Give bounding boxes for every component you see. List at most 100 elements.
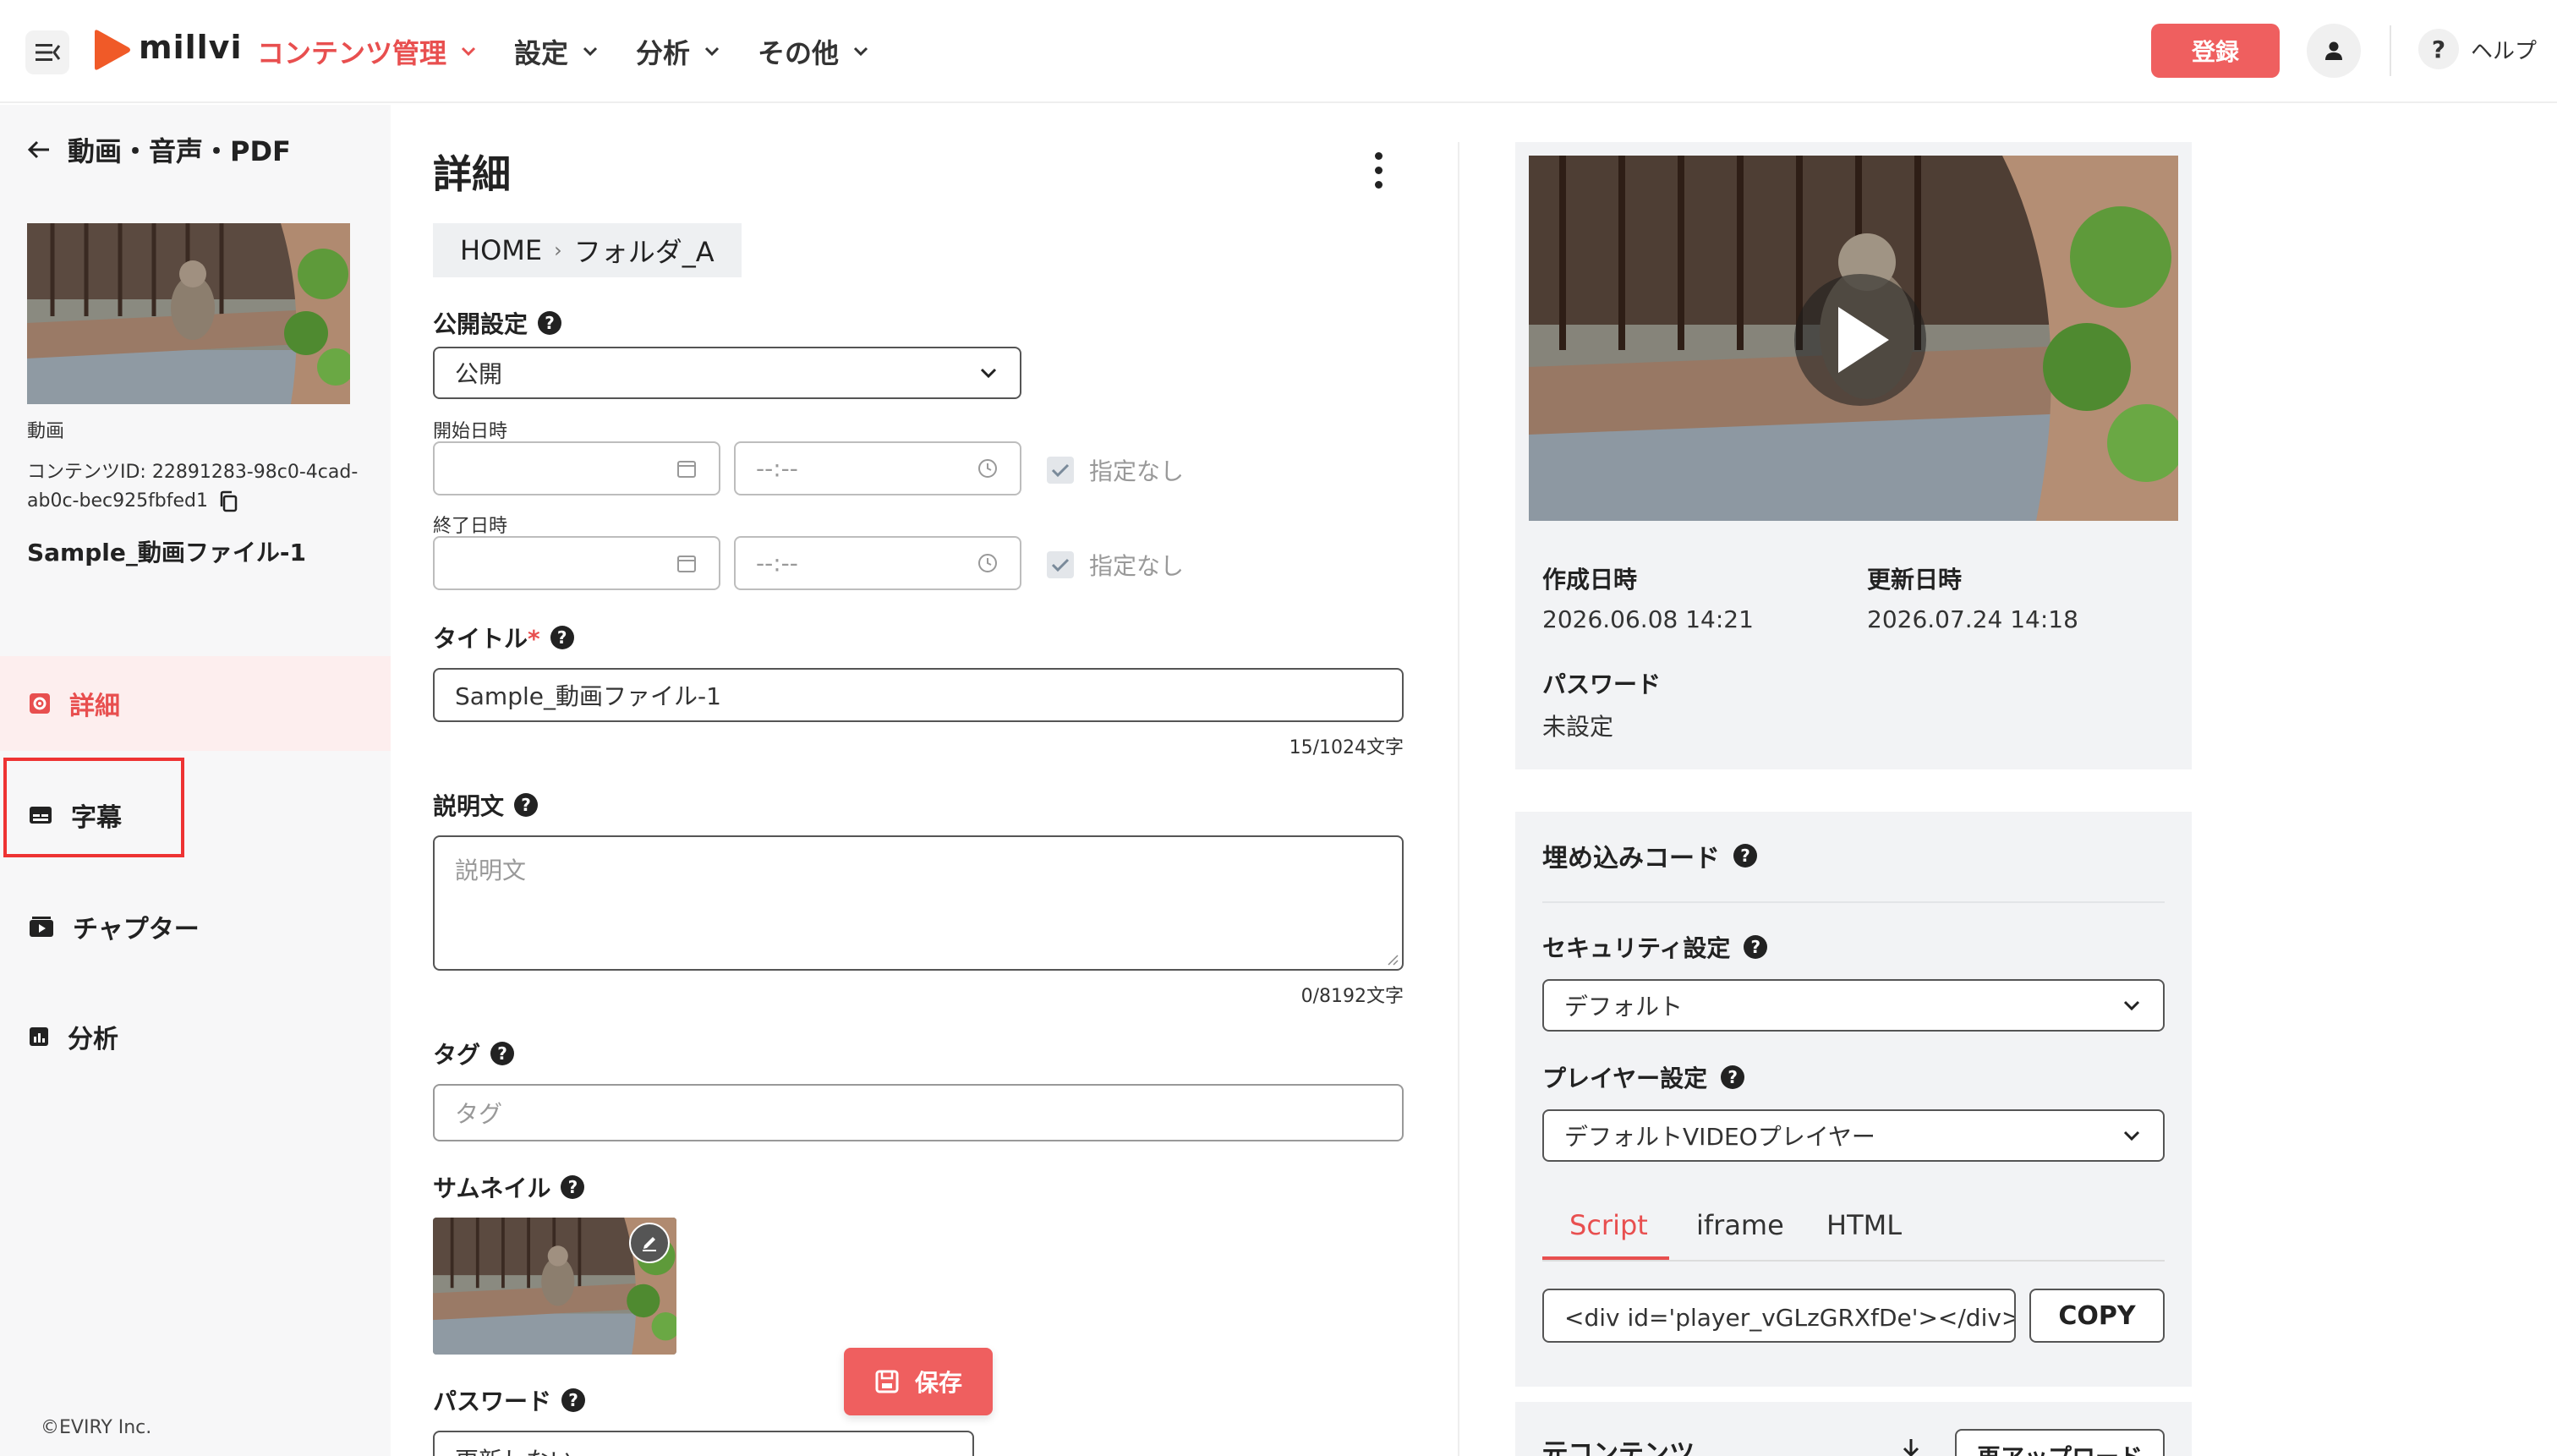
download-icon[interactable] — [1899, 1437, 1923, 1456]
nav-label: 分析 — [636, 37, 691, 69]
embed-code-text: <div id='player_vGLzGRXfDe'></div> < — [1564, 1304, 2016, 1332]
sidebar-item-chapters[interactable]: チャプター — [0, 879, 391, 974]
help-icon[interactable]: ? — [514, 793, 539, 817]
title-counter: 15/1024文字 — [1289, 737, 1404, 758]
play-logo-icon — [95, 30, 130, 70]
password-label-text: パスワード — [433, 1388, 552, 1415]
help-button[interactable]: ? ヘルプ — [2418, 29, 2537, 69]
play-button[interactable] — [1794, 274, 1926, 406]
chevron-down-icon — [583, 47, 598, 57]
help-icon[interactable]: ? — [1721, 1065, 1745, 1089]
title-input[interactable]: Sample_動画ファイル-1 — [433, 668, 1404, 722]
play-icon — [1838, 307, 1889, 373]
save-icon — [875, 1370, 899, 1393]
menu-collapse-icon — [36, 44, 61, 61]
tags-input[interactable]: タグ — [433, 1084, 1404, 1141]
start-date-input[interactable] — [433, 441, 720, 495]
content-id-line1: コンテンツID: 22891283-98c0-4cad- — [27, 462, 359, 483]
save-button[interactable]: 保存 — [844, 1348, 993, 1415]
analytics-icon — [30, 1027, 48, 1046]
description-textarea[interactable]: 説明文 — [433, 835, 1404, 971]
embed-title: 埋め込みコード ? — [1542, 837, 1757, 874]
description-label-text: 説明文 — [433, 792, 505, 820]
copy-button[interactable]: COPY — [2029, 1289, 2165, 1343]
preview-password-value: 未設定 — [1542, 713, 1614, 741]
highlight-box — [3, 758, 184, 857]
content-name: Sample_動画ファイル-1 — [27, 539, 306, 567]
tab-html[interactable]: HTML — [1826, 1209, 1902, 1241]
visibility-select[interactable]: 公開 — [433, 347, 1021, 399]
security-select[interactable]: デフォルト — [1542, 979, 2165, 1032]
help-icon[interactable]: ? — [538, 311, 562, 335]
sidebar-item-details[interactable]: 詳細 — [0, 656, 391, 751]
save-label: 保存 — [914, 1369, 962, 1397]
required-mark: * — [528, 625, 540, 653]
breadcrumb: HOME › フォルダ_A — [433, 223, 742, 277]
start-unspecified-checkbox[interactable]: 指定なし — [1047, 453, 1184, 487]
player-select[interactable]: デフォルトVIDEOプレイヤー — [1542, 1109, 2165, 1162]
password-value: 更新しない — [455, 1442, 573, 1456]
breadcrumb-folder[interactable]: フォルダ_A — [574, 231, 715, 270]
column-divider — [1458, 142, 1459, 1456]
end-date-input[interactable] — [433, 536, 720, 590]
nav-label: その他 — [758, 37, 840, 69]
embed-title-text: 埋め込みコード — [1542, 844, 1720, 873]
breadcrumb-home[interactable]: HOME — [460, 234, 542, 266]
chevron-down-icon — [980, 368, 997, 379]
embed-divider — [1542, 901, 2165, 903]
more-options-button[interactable] — [1361, 149, 1395, 191]
player-label: プレイヤー設定 ? — [1542, 1060, 1745, 1094]
reupload-button[interactable]: 再アップロード — [1955, 1429, 2165, 1456]
arrow-left-icon — [27, 140, 49, 159]
help-icon[interactable]: ? — [550, 626, 574, 649]
sidebar-item-label: 詳細 — [69, 692, 120, 721]
help-icon[interactable]: ? — [561, 1388, 586, 1412]
nav-settings[interactable]: 設定 — [514, 32, 599, 71]
player-value: デフォルトVIDEOプレイヤー — [1564, 1123, 1875, 1151]
copy-icon[interactable] — [218, 490, 238, 512]
nav-label: コンテンツ管理 — [257, 37, 447, 69]
sidebar-item-label: チャプター — [73, 915, 200, 944]
nav-label: 設定 — [514, 37, 569, 69]
start-date-label: 開始日時 — [433, 421, 508, 442]
help-icon[interactable]: ? — [490, 1042, 515, 1065]
password-select[interactable]: 更新しない — [433, 1431, 974, 1456]
tab-script[interactable]: Script — [1569, 1209, 1648, 1241]
sidebar-item-analytics[interactable]: 分析 — [0, 989, 391, 1084]
calendar-icon — [677, 461, 696, 478]
check-icon — [1047, 457, 1074, 484]
chevron-down-icon — [2123, 1130, 2140, 1141]
title-label: タイトル* ? — [433, 621, 574, 654]
start-unspecified-label: 指定なし — [1089, 457, 1185, 485]
sidebar-item-label: 分析 — [68, 1025, 118, 1054]
resize-handle-icon[interactable] — [1385, 952, 1399, 966]
user-menu-button[interactable] — [2307, 24, 2361, 78]
content-thumbnail — [27, 223, 350, 404]
player-label-text: プレイヤー設定 — [1542, 1065, 1708, 1092]
help-icon[interactable]: ? — [561, 1175, 585, 1199]
security-value: デフォルト — [1564, 993, 1684, 1021]
embed-code-field[interactable]: <div id='player_vGLzGRXfDe'></div> < — [1542, 1289, 2016, 1343]
page-title: 詳細 — [433, 151, 511, 197]
visibility-label-text: 公開設定 — [433, 310, 528, 338]
edit-thumbnail-button[interactable] — [629, 1223, 670, 1263]
back-link[interactable]: 動画・音声・PDF — [27, 130, 291, 169]
thumbnail-label-text: サムネイル — [433, 1174, 551, 1202]
top-header: millvi コンテンツ管理 設定 分析 その他 登録 ? ヘルプ — [0, 0, 2557, 103]
end-unspecified-label: 指定なし — [1089, 552, 1185, 580]
register-button[interactable]: 登録 — [2151, 24, 2280, 78]
nav-analytics[interactable]: 分析 — [636, 32, 720, 71]
nav-content-management[interactable]: コンテンツ管理 — [257, 32, 477, 71]
end-unspecified-checkbox[interactable]: 指定なし — [1047, 548, 1184, 582]
help-icon[interactable]: ? — [1744, 935, 1768, 959]
description-counter: 0/8192文字 — [1300, 986, 1404, 1007]
chevron-down-icon — [2123, 1000, 2140, 1011]
start-time-input[interactable]: --:-- — [734, 441, 1021, 495]
help-icon[interactable]: ? — [1733, 844, 1757, 868]
tags-label: タグ ? — [433, 1037, 515, 1070]
tab-iframe[interactable]: iframe — [1696, 1209, 1784, 1241]
menu-toggle-button[interactable] — [25, 30, 69, 74]
nav-other[interactable]: その他 — [758, 32, 869, 71]
copyright: ©EVIRY Inc. — [41, 1417, 152, 1438]
end-time-input[interactable]: --:-- — [734, 536, 1021, 590]
